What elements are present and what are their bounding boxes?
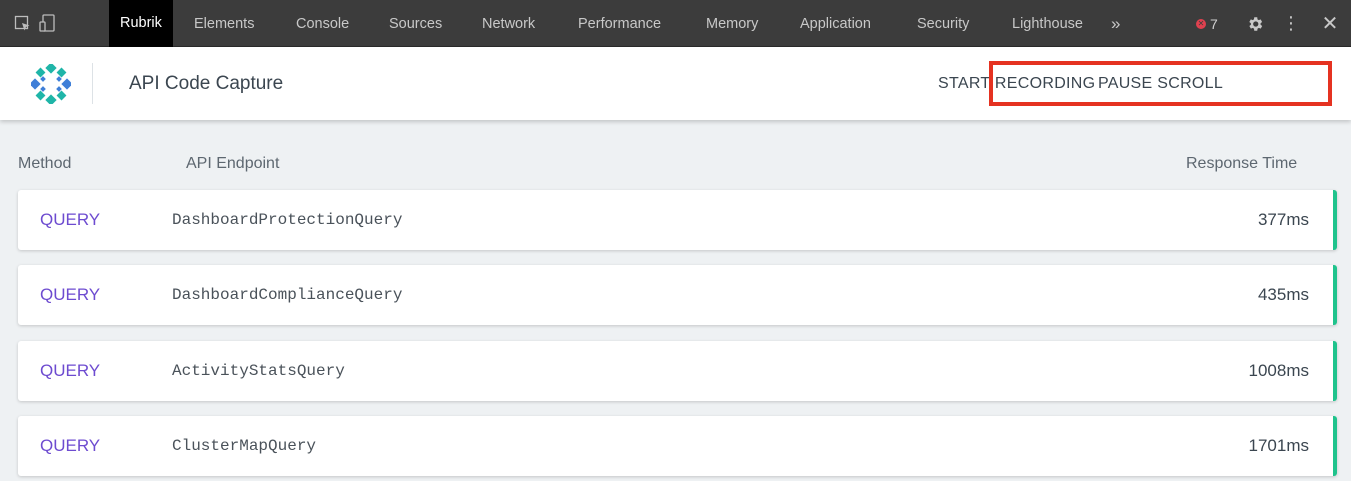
row-endpoint: DashboardProtectionQuery (172, 211, 403, 229)
kebab-menu-icon[interactable]: ⋮ (1282, 0, 1300, 47)
tab-application[interactable]: Application (789, 0, 882, 47)
inspect-element-icon[interactable] (13, 14, 31, 32)
devtools-tab-bar: Rubrik Elements Console Sources Network … (0, 0, 1351, 47)
row-response-time: 435ms (1257, 285, 1309, 304)
rubrik-logo-icon (29, 62, 73, 106)
table-row[interactable]: QUERY ActivityStatsQuery 1008ms (18, 341, 1337, 401)
row-response-time: 377ms (1257, 210, 1309, 229)
column-header-endpoint: API Endpoint (186, 155, 280, 172)
tab-memory[interactable]: Memory (695, 0, 769, 47)
row-endpoint: ActivityStatsQuery (172, 362, 345, 380)
more-tabs-icon[interactable]: » (1111, 0, 1120, 47)
gear-icon[interactable] (1244, 0, 1266, 47)
column-header-response-time: Response Time (1186, 155, 1298, 172)
device-toggle-icon[interactable] (39, 14, 57, 32)
header-divider (92, 63, 93, 104)
row-method: QUERY (40, 285, 101, 304)
pause-scroll-button[interactable]: PAUSE SCROLL (989, 61, 1332, 106)
tab-elements[interactable]: Elements (183, 0, 265, 47)
app-header: API Code Capture START RECORDING PAUSE S… (0, 47, 1351, 120)
tab-sources[interactable]: Sources (378, 0, 453, 47)
row-endpoint: ClusterMapQuery (172, 437, 317, 455)
tab-performance[interactable]: Performance (567, 0, 672, 47)
error-count: 7 (1210, 15, 1218, 32)
table-row[interactable]: QUERY DashboardComplianceQuery 435ms (18, 265, 1337, 325)
row-response-time: 1008ms (1248, 361, 1309, 380)
tab-rubrik[interactable]: Rubrik (109, 0, 173, 47)
error-icon: ✕ (1196, 18, 1206, 29)
table-row[interactable]: QUERY ClusterMapQuery 1701ms (18, 416, 1337, 476)
tab-lighthouse[interactable]: Lighthouse (1001, 0, 1094, 47)
row-response-time: 1701ms (1248, 436, 1309, 455)
error-counter[interactable]: ✕ 7 (1196, 0, 1218, 47)
tab-security[interactable]: Security (906, 0, 980, 47)
table-row[interactable]: QUERY DashboardProtectionQuery 377ms (18, 190, 1337, 250)
page-title: API Code Capture (129, 72, 284, 94)
row-method: QUERY (40, 210, 101, 229)
tab-network[interactable]: Network (471, 0, 546, 47)
tab-console[interactable]: Console (285, 0, 360, 47)
close-icon[interactable]: ✕ (1320, 0, 1340, 47)
column-header-method: Method (18, 155, 72, 172)
row-method: QUERY (40, 436, 101, 455)
row-endpoint: DashboardComplianceQuery (172, 286, 403, 304)
row-method: QUERY (40, 361, 101, 380)
